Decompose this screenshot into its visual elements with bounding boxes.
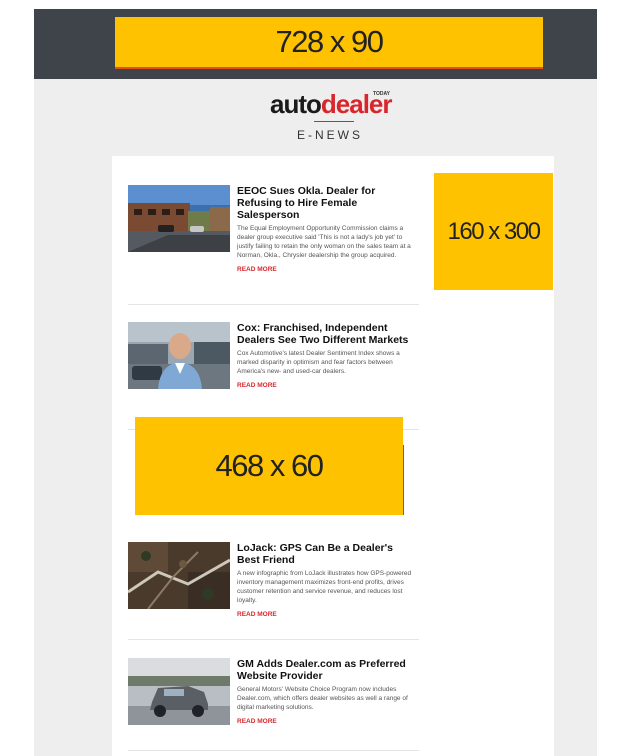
divider (128, 639, 419, 640)
article-headline[interactable]: LoJack: GPS Can Be a Dealer's Best Frien… (237, 542, 418, 566)
leaderboard-ad[interactable]: 728 x 90 (115, 17, 543, 69)
article-thumbnail-street[interactable] (128, 185, 230, 252)
read-more-link[interactable]: READ MORE (237, 718, 418, 725)
article-summary: Cox Automotive's latest Dealer Sentiment… (237, 350, 400, 375)
read-more-link[interactable]: READ MORE (237, 611, 418, 618)
article-summary: A new infographic from LoJack illustrate… (237, 570, 412, 604)
read-more-link[interactable]: READ MORE (237, 382, 418, 389)
article-headline[interactable]: EEOC Sues Okla. Dealer for Refusing to H… (237, 185, 418, 221)
banner-ad-edge (403, 445, 404, 515)
newsletter-page: 728 x 90 autodealer TODAY E-NEWS EEOC Su… (34, 9, 597, 756)
article-text: LoJack: GPS Can Be a Dealer's Best Frien… (237, 542, 418, 618)
article-text: EEOC Sues Okla. Dealer for Refusing to H… (237, 185, 418, 273)
skyscraper-ad-label: 160 x 300 (447, 217, 541, 245)
logo-today-text: TODAY (373, 91, 390, 97)
leaderboard-ad-label: 728 x 90 (275, 24, 384, 59)
banner-ad-label: 468 x 60 (215, 448, 324, 483)
banner-ad[interactable]: 468 x 60 (135, 417, 403, 515)
divider (128, 304, 419, 305)
article-thumbnail-truck[interactable] (128, 658, 230, 725)
article-headline[interactable]: GM Adds Dealer.com as Preferred Website … (237, 658, 418, 682)
article-text: GM Adds Dealer.com as Preferred Website … (237, 658, 418, 725)
divider (128, 750, 419, 751)
article-summary: General Motors' Website Choice Program n… (237, 686, 408, 711)
read-more-link[interactable]: READ MORE (237, 266, 418, 273)
header-bar: 728 x 90 (34, 9, 597, 79)
article-headline[interactable]: Cox: Franchised, Independent Dealers See… (237, 322, 418, 346)
logo-underline (314, 121, 354, 122)
autodealer-logo[interactable]: autodealer TODAY (270, 89, 392, 122)
skyscraper-ad[interactable]: 160 x 300 (434, 173, 553, 290)
enews-subtitle: E-NEWS (297, 128, 363, 142)
article-thumbnail-aerial[interactable] (128, 542, 230, 609)
article-summary: The Equal Employment Opportunity Commiss… (237, 225, 411, 259)
logo-auto-text: auto (270, 89, 322, 119)
article-thumbnail-portrait[interactable] (128, 322, 230, 389)
article-text: Cox: Franchised, Independent Dealers See… (237, 322, 418, 389)
